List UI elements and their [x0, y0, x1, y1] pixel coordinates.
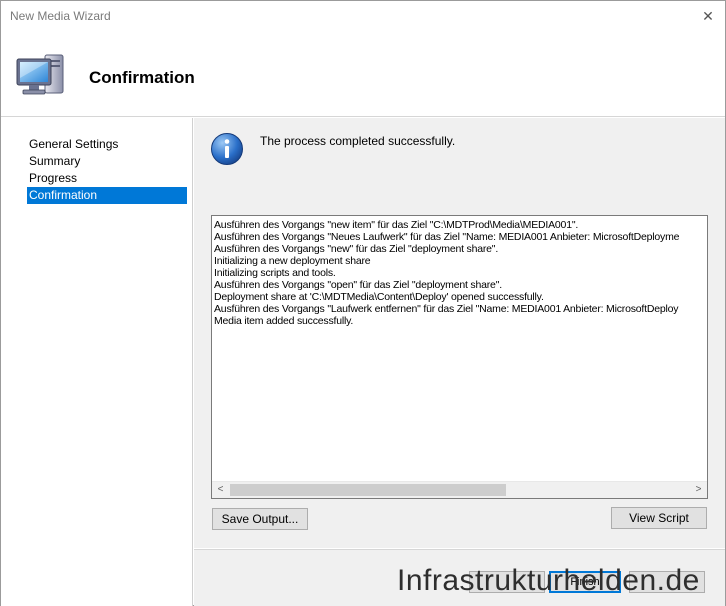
watermark-text: Infrastrukturhelden.de [397, 564, 700, 597]
log-line: Ausführen des Vorgangs "open" für das Zi… [214, 279, 502, 291]
step-general-settings[interactable]: General Settings [27, 136, 187, 153]
scroll-right-icon[interactable]: > [690, 482, 707, 498]
step-summary[interactable]: Summary [27, 153, 187, 170]
view-script-button[interactable]: View Script [611, 507, 707, 529]
horizontal-scrollbar[interactable]: < > [212, 481, 707, 498]
save-output-button[interactable]: Save Output... [212, 508, 308, 530]
log-line: Ausführen des Vorgangs "new item" für da… [214, 219, 579, 231]
step-progress[interactable]: Progress [27, 170, 187, 187]
window-title: New Media Wizard [10, 9, 111, 23]
page-title: Confirmation [89, 68, 195, 87]
confirmation-panel: The process completed successfully. Ausf… [194, 118, 725, 548]
step-confirmation[interactable]: Confirmation [27, 187, 187, 204]
log-line: Media item added successfully. [214, 315, 354, 327]
log-line: Deployment share at 'C:\MDTMedia\Content… [214, 291, 544, 303]
output-log[interactable]: Ausführen des Vorgangs "new item" für da… [211, 215, 708, 499]
log-lines: Ausführen des Vorgangs "new item" für da… [214, 219, 707, 481]
log-line: Ausführen des Vorgangs "new" für das Zie… [214, 243, 499, 255]
wizard-steps-sidebar: General Settings Summary Progress Confir… [1, 118, 193, 606]
log-line: Initializing scripts and tools. [214, 267, 336, 279]
wizard-window: New Media Wizard ✕ Confirmation General … [0, 0, 726, 606]
status-message: The process completed successfully. [260, 134, 456, 148]
log-line: Ausführen des Vorgangs "Neues Laufwerk" … [214, 231, 680, 243]
computer-icon [16, 54, 64, 95]
title-bar: New Media Wizard ✕ [1, 1, 725, 31]
wizard-header: Confirmation [1, 31, 725, 117]
info-icon [211, 133, 243, 165]
close-button[interactable]: ✕ [695, 3, 721, 29]
log-line: Initializing a new deployment share [214, 255, 371, 267]
scroll-thumb[interactable] [230, 484, 506, 496]
scroll-left-icon[interactable]: < [212, 482, 229, 498]
log-line: Ausführen des Vorgangs "Laufwerk entfern… [214, 303, 679, 315]
